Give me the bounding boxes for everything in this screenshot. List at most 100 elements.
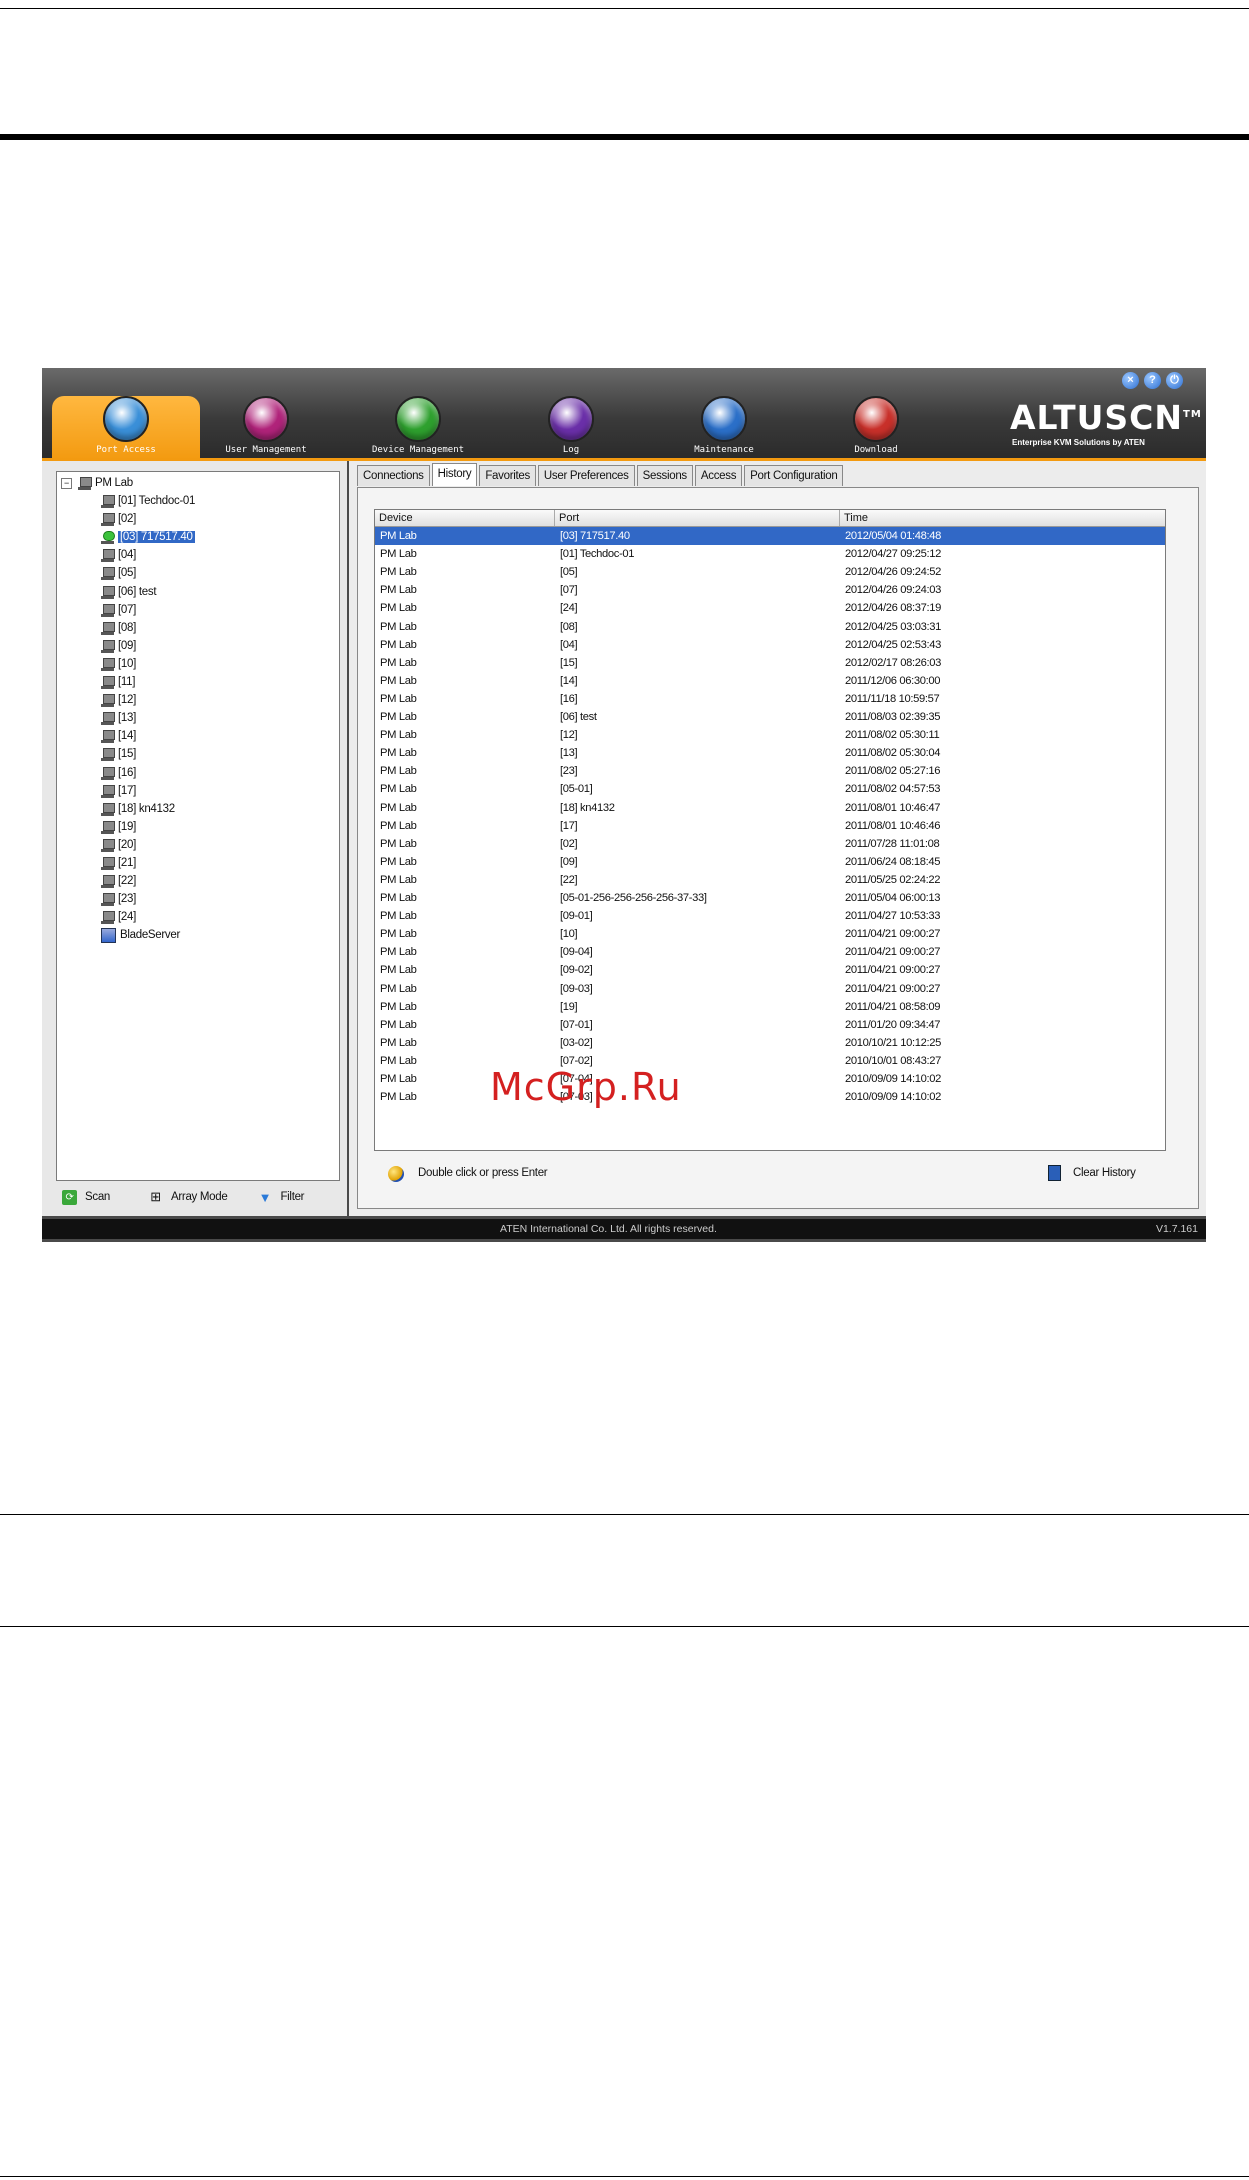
tree-port-item[interactable]: [17]	[101, 782, 136, 800]
table-row[interactable]: PM Lab [09-04] 2011/04/21 09:00:27	[375, 943, 1165, 961]
table-row[interactable]: PM Lab [12] 2011/08/02 05:30:11	[375, 726, 1165, 744]
tree-port-item[interactable]: [06] test	[101, 583, 157, 601]
tab-user-preferences[interactable]: User Preferences	[537, 465, 635, 486]
table-row[interactable]: PM Lab [16] 2011/11/18 10:59:57	[375, 690, 1165, 708]
device-cell: PM Lab	[380, 837, 417, 850]
table-row[interactable]: PM Lab [13] 2011/08/02 05:30:04	[375, 744, 1165, 762]
table-row[interactable]: PM Lab [14] 2011/12/06 06:30:00	[375, 672, 1165, 690]
tab-favorites[interactable]: Favorites	[479, 465, 536, 486]
tree-port-item[interactable]: [05]	[101, 564, 136, 582]
table-row[interactable]: PM Lab [08] 2012/04/25 03:03:31	[375, 618, 1165, 636]
port-cell: [09-03]	[560, 982, 593, 995]
table-row[interactable]: PM Lab [09-01] 2011/04/27 10:53:33	[375, 907, 1165, 925]
device-tree[interactable]: − PM Lab [01] Techdoc-01 [02] [03] 717517.…	[56, 471, 340, 1181]
tree-port-label: [18] kn4132	[118, 802, 175, 815]
table-row[interactable]: PM Lab [07-01] 2011/01/20 09:34:47	[375, 1016, 1165, 1034]
tree-port-item[interactable]: [14]	[101, 727, 136, 745]
tree-port-item[interactable]: [04]	[101, 546, 136, 564]
tree-port-item[interactable]: [13]	[101, 709, 136, 727]
tab-connections[interactable]: Connections	[357, 465, 430, 486]
table-row[interactable]: PM Lab [09-03] 2011/04/21 09:00:27	[375, 980, 1165, 998]
tree-port-item[interactable]: [08]	[101, 619, 136, 637]
tree-root[interactable]: − PM Lab	[61, 474, 133, 492]
computer-icon	[101, 820, 115, 834]
nav-device-management-button[interactable]: Device Management	[344, 396, 492, 455]
tree-port-label: [03] 717517.40	[118, 531, 195, 544]
history-table[interactable]: Device Port Time PM Lab [03] 717517.40 201…	[374, 509, 1166, 1151]
table-row[interactable]: PM Lab [10] 2011/04/21 09:00:27	[375, 925, 1165, 943]
table-row[interactable]: PM Lab [09] 2011/06/24 08:18:45	[375, 853, 1165, 871]
time-cell: 2011/04/21 09:00:27	[845, 964, 941, 977]
table-row[interactable]: PM Lab [17] 2011/08/01 10:46:46	[375, 817, 1165, 835]
table-row[interactable]: PM Lab [01] Techdoc-01 2012/04/27 09:25:12	[375, 545, 1165, 563]
table-row[interactable]: PM Lab [18] kn4132 2011/08/01 10:46:47	[375, 799, 1165, 817]
column-header-device[interactable]: Device	[375, 510, 555, 526]
tree-port-item[interactable]: [10]	[101, 655, 136, 673]
filter-button[interactable]: ▼ Filter	[257, 1190, 305, 1205]
table-row[interactable]: PM Lab [04] 2012/04/25 02:53:43	[375, 636, 1165, 654]
time-cell: 2011/07/28 11:01:08	[845, 837, 940, 850]
close-icon[interactable]: ×	[1122, 372, 1139, 389]
table-row[interactable]: PM Lab [24] 2012/04/26 08:37:19	[375, 599, 1165, 617]
nav-port-access-button[interactable]: Port Access	[52, 396, 200, 460]
tab-sessions[interactable]: Sessions	[636, 465, 693, 486]
table-row[interactable]: PM Lab [05] 2012/04/26 09:24:52	[375, 563, 1165, 581]
table-row[interactable]: PM Lab [06] test 2011/08/03 02:39:35	[375, 708, 1165, 726]
tree-port-item[interactable]: [11]	[101, 673, 135, 691]
computer-icon	[101, 548, 115, 563]
table-row[interactable]: PM Lab [05-01-256-256-256-256-37-33] 2011/…	[375, 889, 1165, 907]
table-row[interactable]: PM Lab [03-02] 2010/10/21 10:12:25	[375, 1034, 1165, 1052]
computer-icon	[101, 784, 115, 798]
logout-icon[interactable]: ⏻	[1166, 372, 1183, 389]
table-row[interactable]: PM Lab [03] 717517.40 2012/05/04 01:48:48	[375, 527, 1165, 545]
tree-port-item[interactable]: [15]	[101, 745, 136, 763]
time-cell: 2011/06/24 08:18:45	[845, 855, 941, 868]
tree-port-item[interactable]: [24]	[101, 908, 136, 926]
collapse-icon[interactable]: −	[61, 477, 72, 489]
mid-rule-1	[0, 1514, 1249, 1515]
tree-port-item[interactable]: [18] kn4132	[101, 800, 175, 818]
tree-port-item[interactable]: [19]	[101, 818, 136, 836]
tree-port-item[interactable]: [02]	[101, 510, 136, 528]
clear-history-button[interactable]: Clear History	[1048, 1165, 1136, 1181]
tree-port-item[interactable]: [20]	[101, 836, 136, 854]
table-row[interactable]: PM Lab [09-02] 2011/04/21 09:00:27	[375, 961, 1165, 979]
tree-blade-server[interactable]: BladeServer	[101, 926, 180, 944]
nav-maintenance-button[interactable]: Maintenance	[650, 396, 798, 455]
device-cell: PM Lab	[380, 620, 417, 633]
scan-button[interactable]: ⟳ Scan	[62, 1189, 110, 1205]
table-row[interactable]: PM Lab [22] 2011/05/25 02:24:22	[375, 871, 1165, 889]
tab-port-configuration[interactable]: Port Configuration	[744, 465, 844, 486]
tree-port-item[interactable]: [12]	[101, 691, 136, 709]
computer-icon	[101, 566, 115, 581]
nav-user-management-button[interactable]: User Management	[192, 396, 340, 455]
table-row[interactable]: PM Lab [15] 2012/02/17 08:26:03	[375, 654, 1165, 672]
tree-port-label: [14]	[118, 730, 136, 743]
array-mode-button[interactable]: ⊞ Array Mode	[148, 1189, 228, 1205]
device-cell: PM Lab	[380, 801, 417, 814]
help-icon[interactable]: ?	[1144, 372, 1161, 389]
table-row[interactable]: PM Lab [19] 2011/04/21 08:58:09	[375, 998, 1165, 1016]
nav-download-button[interactable]: Download	[802, 396, 950, 455]
time-cell: 2011/08/02 04:57:53	[845, 783, 941, 796]
table-row[interactable]: PM Lab [02] 2011/07/28 11:01:08	[375, 835, 1165, 853]
column-header-time[interactable]: Time	[840, 510, 1164, 526]
tree-port-item[interactable]: [22]	[101, 872, 136, 890]
tree-port-item[interactable]: [16]	[101, 764, 136, 782]
tree-port-item[interactable]: [09]	[101, 637, 136, 655]
column-header-port[interactable]: Port	[555, 510, 840, 526]
table-row[interactable]: PM Lab [23] 2011/08/02 05:27:16	[375, 762, 1165, 780]
tree-port-item[interactable]: [01] Techdoc-01	[101, 492, 195, 510]
table-row[interactable]: PM Lab [07] 2012/04/26 09:24:03	[375, 581, 1165, 599]
tab-history[interactable]: History	[431, 463, 478, 486]
tab-access[interactable]: Access	[694, 465, 743, 486]
tree-port-item[interactable]: [07]	[101, 601, 136, 619]
tree-port-label: [17]	[118, 784, 136, 797]
nav-log-button[interactable]: Log	[497, 396, 645, 455]
table-row[interactable]: PM Lab [05-01] 2011/08/02 04:57:53	[375, 780, 1165, 798]
tree-port-item[interactable]: [23]	[101, 890, 136, 908]
version-text: V1.7.161	[1155, 1223, 1198, 1235]
tree-port-item[interactable]: [21]	[101, 854, 136, 872]
tree-port-item[interactable]: [03] 717517.40	[101, 528, 195, 546]
device-cell: PM Lab	[380, 1073, 417, 1085]
